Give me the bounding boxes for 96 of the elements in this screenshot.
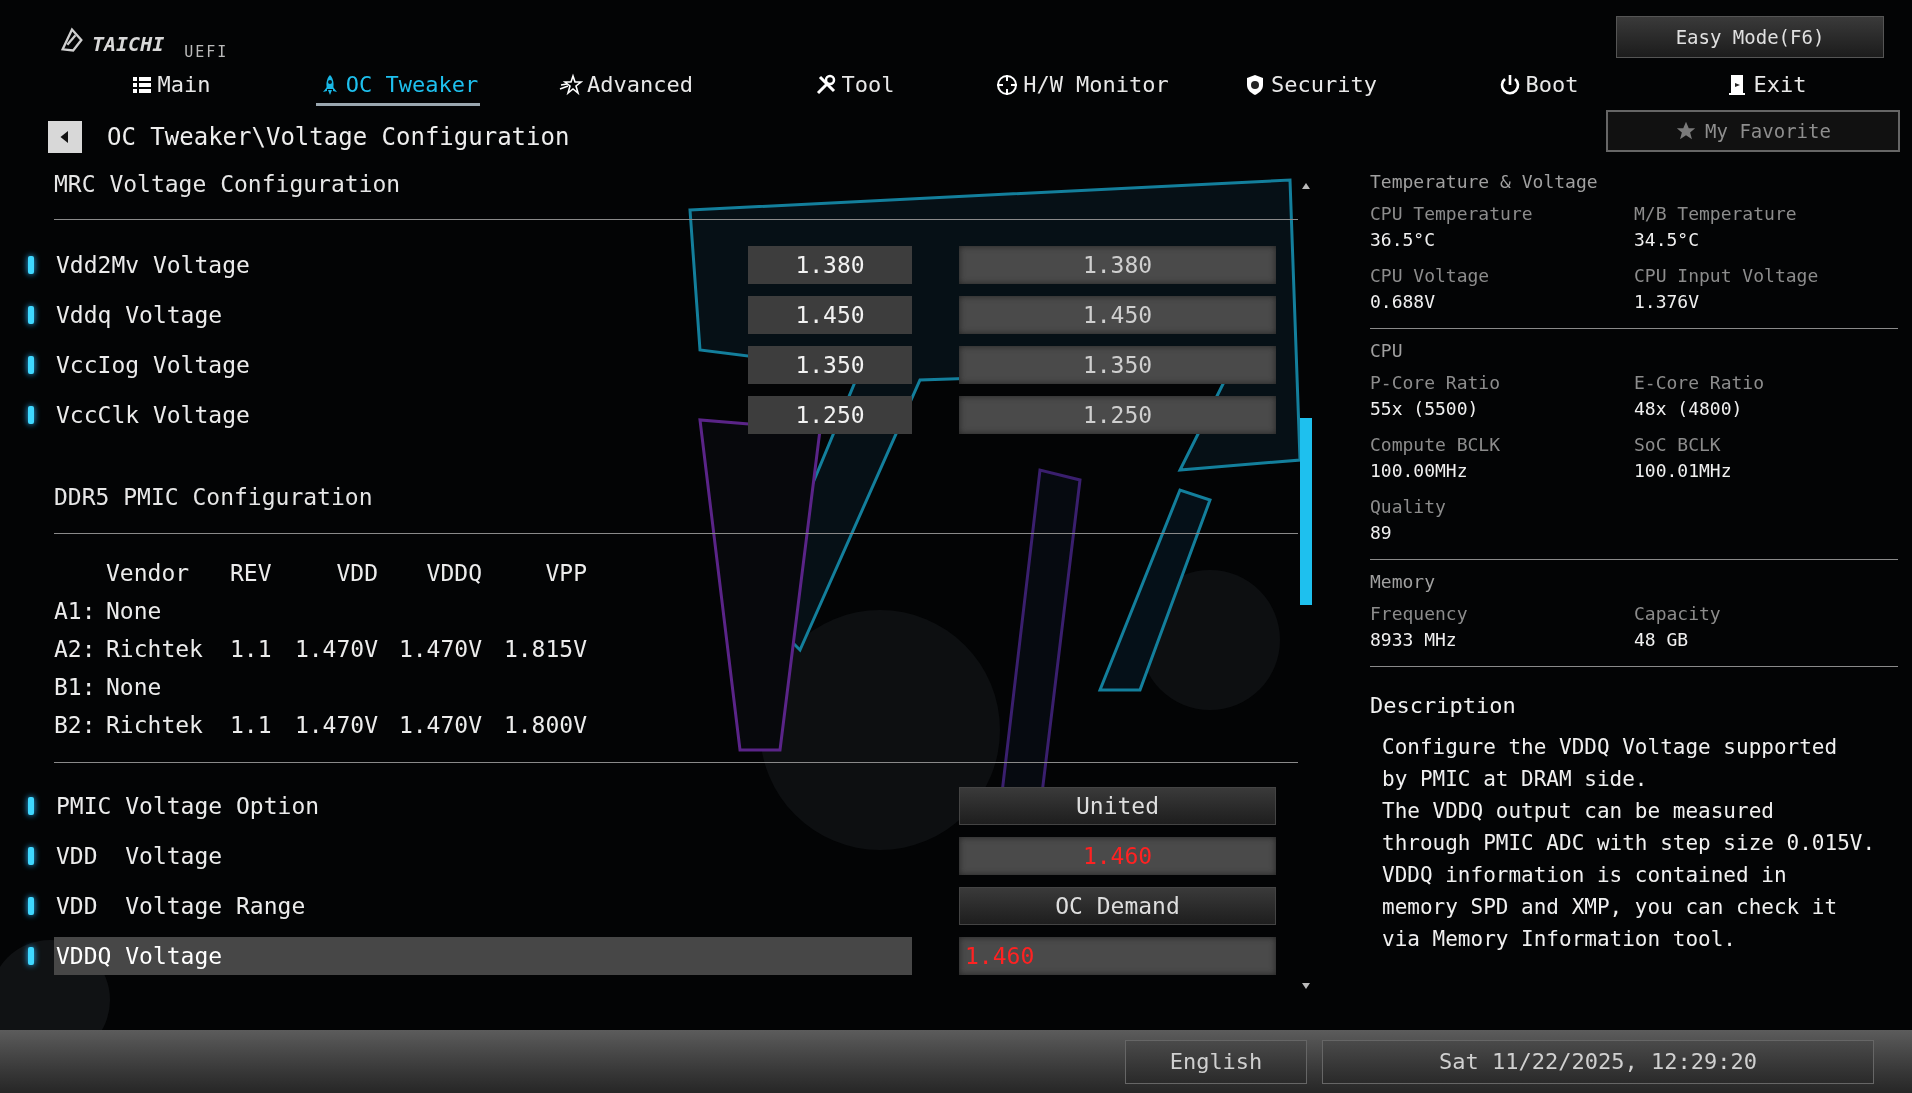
table-cell: Richtek	[106, 711, 203, 738]
row-indicator	[28, 356, 34, 374]
table-cell: None	[106, 597, 162, 624]
group-title: CPU	[1370, 338, 1403, 363]
group-title: Temperature & Voltage	[1370, 169, 1598, 194]
column-header: REV	[230, 559, 272, 586]
reading-label: E-Core Ratio	[1634, 371, 1766, 395]
reading-value: 48 GB	[1634, 628, 1690, 652]
table-cell: 1.470V	[398, 711, 482, 738]
row-indicator	[28, 897, 34, 915]
value-field[interactable]: 1.350	[959, 346, 1276, 384]
table-cell: 1.470V	[398, 635, 482, 662]
section-title: DDR5 PMIC Configuration	[54, 483, 373, 512]
reading-value: 0.688V	[1370, 290, 1437, 314]
reading-value: 89	[1370, 521, 1393, 545]
reading-label: CPU Voltage	[1370, 264, 1491, 288]
slot-label: B1:	[54, 673, 96, 700]
crosshair-icon	[995, 72, 1020, 97]
column-header: VDDQ	[426, 559, 482, 586]
setting-label[interactable]: Vdd2Mv Voltage	[54, 246, 748, 284]
setting-label[interactable]: PMIC Voltage Option	[54, 787, 912, 825]
reading-label: Capacity	[1634, 602, 1722, 626]
setting-label[interactable]: VccClk Voltage	[54, 396, 748, 434]
description-title: Description	[1370, 691, 1516, 720]
reading-label: SoC BCLK	[1634, 433, 1722, 457]
slot-label: B2:	[54, 711, 96, 738]
reading-label: Frequency	[1370, 602, 1469, 626]
tab[interactable]: OC Tweaker	[315, 66, 481, 106]
value-field[interactable]: 1.250	[959, 396, 1276, 434]
scrollbar-thumb[interactable]	[1300, 418, 1312, 605]
group-title: Memory	[1370, 569, 1436, 594]
tab[interactable]: Main	[127, 66, 213, 106]
star-icon	[1675, 120, 1698, 142]
table-cell: 1.470V	[294, 635, 378, 662]
row-indicator	[28, 797, 34, 815]
description-text: Configure the VDDQ Voltage supported by PMIC at DRAM side. The VDDQ output can be measured through PMIC ADC with step size 0.015V. VDDQ information is contained in memory SPD and XMP, you can check it via Memory Information tool.	[1381, 734, 1877, 953]
setting-label[interactable]: VDDQ Voltage	[54, 937, 912, 975]
tab[interactable]: Advanced	[557, 66, 695, 106]
row-indicator	[28, 847, 34, 865]
favorite-button[interactable]: My Favorite	[1606, 110, 1900, 152]
tab[interactable]: Security	[1241, 66, 1379, 106]
table-cell: 1.815V	[503, 635, 587, 662]
table-cell: 1.800V	[503, 711, 587, 738]
current-value: 1.350	[748, 346, 912, 384]
reading-label: Quality	[1370, 495, 1447, 519]
dropdown[interactable]: OC Demand	[959, 887, 1276, 925]
row-indicator	[28, 306, 34, 324]
slot-label: A2:	[54, 635, 96, 662]
table-cell: None	[106, 673, 162, 700]
column-header: Vendor	[106, 559, 190, 586]
row-indicator	[28, 256, 34, 274]
dropdown[interactable]: United	[959, 787, 1276, 825]
table-cell: 1.470V	[294, 711, 378, 738]
back-button[interactable]	[48, 121, 82, 153]
reading-value: 36.5°C	[1370, 228, 1437, 252]
reading-value: 100.00MHz	[1370, 459, 1469, 483]
tab[interactable]: Exit	[1723, 66, 1809, 106]
setting-label[interactable]: VDD Voltage Range	[54, 887, 912, 925]
table-cell: Richtek	[106, 635, 203, 662]
column-header: VPP	[545, 559, 587, 586]
current-value: 1.250	[748, 396, 912, 434]
current-value: 1.450	[748, 296, 912, 334]
reading-value: 55x (5500)	[1370, 397, 1480, 421]
reading-value: 100.01MHz	[1634, 459, 1733, 483]
table-cell: 1.1	[230, 635, 272, 662]
column-header: VDD	[336, 559, 378, 586]
reading-value: 48x (4800)	[1634, 397, 1744, 421]
tab[interactable]: Boot	[1495, 66, 1581, 106]
brand-name: TAICHI	[92, 34, 165, 54]
tab[interactable]: Tool	[811, 66, 897, 106]
reading-value: 1.376V	[1634, 290, 1701, 314]
tab[interactable]: H/W Monitor	[993, 66, 1171, 106]
datetime-display: Sat 11/22/2025, 12:29:20	[1322, 1039, 1874, 1084]
setting-label[interactable]: VccIog Voltage	[54, 346, 748, 384]
reading-value: 34.5°C	[1634, 228, 1701, 252]
setting-label[interactable]: VDD Voltage	[54, 837, 912, 875]
reading-label: M/B Temperature	[1634, 202, 1798, 226]
value-field[interactable]: 1.380	[959, 246, 1276, 284]
reading-label: P-Core Ratio	[1370, 371, 1502, 395]
row-indicator	[28, 406, 34, 424]
language-button[interactable]: English	[1125, 1039, 1307, 1084]
easy-mode-button[interactable]: Easy Mode(F6)	[1616, 16, 1884, 58]
slot-label: A1:	[54, 597, 96, 624]
row-indicator	[28, 947, 34, 965]
value-field[interactable]: 1.450	[959, 296, 1276, 334]
setting-label[interactable]: Vddq Voltage	[54, 296, 748, 334]
breadcrumb: OC Tweaker\Voltage Configuration	[107, 122, 570, 153]
brand-suffix: UEFI	[184, 45, 229, 60]
reading-label: CPU Temperature	[1370, 202, 1534, 226]
star-icon	[559, 72, 583, 97]
reading-value: 8933 MHz	[1370, 628, 1458, 652]
table-cell: 1.1	[230, 711, 272, 738]
section-title: MRC Voltage Configuration	[54, 171, 401, 197]
current-value: 1.380	[748, 246, 912, 284]
reading-label: CPU Input Voltage	[1634, 264, 1820, 288]
reading-label: Compute BCLK	[1370, 433, 1502, 457]
